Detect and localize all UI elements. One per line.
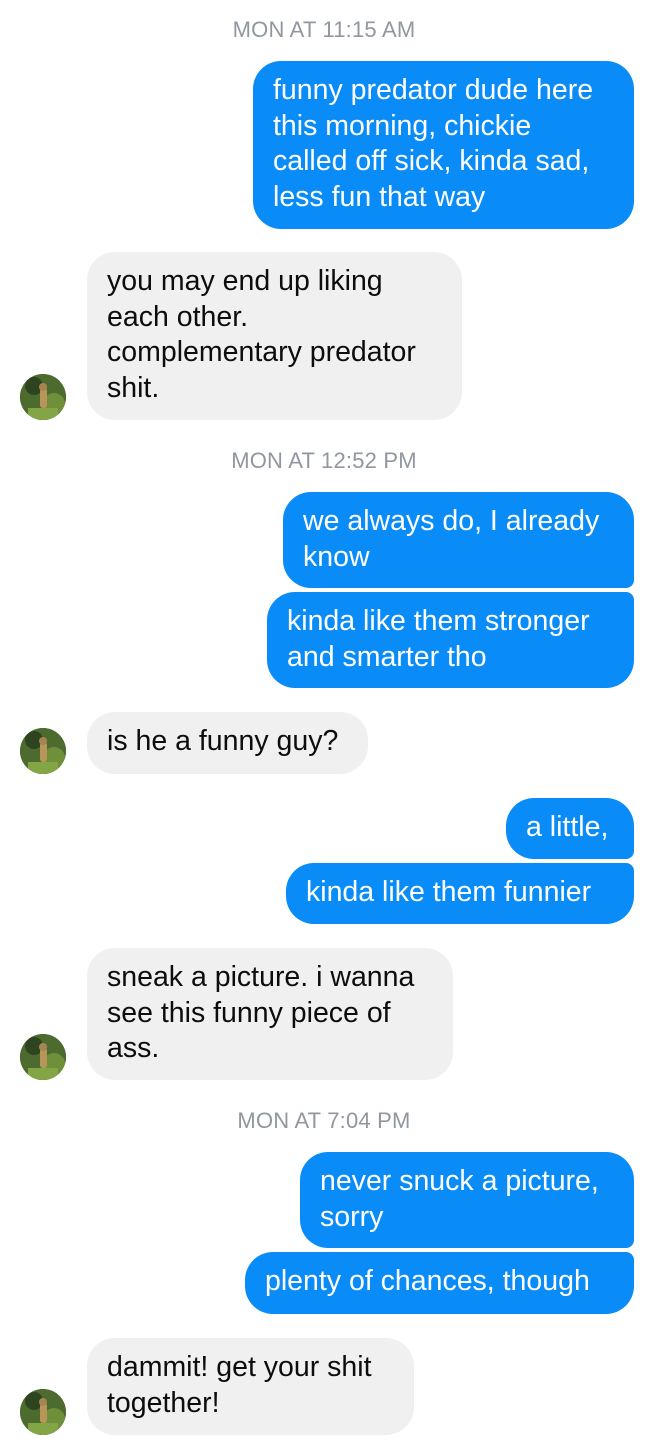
incoming-message-bubble[interactable]: dammit! get your shit together! — [87, 1338, 414, 1435]
incoming-message-bubble[interactable]: is he a funny guy? — [87, 712, 368, 774]
avatar-photo-icon — [20, 1389, 66, 1435]
outgoing-message-bubble[interactable]: kinda like them stronger and smarter tho — [267, 592, 634, 688]
outgoing-message-bubble[interactable]: never snuck a picture, sorry — [300, 1152, 634, 1248]
outgoing-message-bubble[interactable]: a little, — [506, 798, 634, 859]
timestamp: MON AT 11:15 AM — [232, 17, 416, 42]
avatar-photo-icon — [20, 374, 66, 420]
outgoing-message-bubble[interactable]: we always do, I already know — [283, 492, 634, 588]
outgoing-message-bubble[interactable]: kinda like them funnier — [286, 863, 634, 924]
contact-avatar[interactable] — [20, 1034, 66, 1080]
incoming-message-bubble[interactable]: you may end up liking each other. comple… — [87, 252, 462, 420]
contact-avatar[interactable] — [20, 1389, 66, 1435]
timestamp: MON AT 12:52 PM — [231, 448, 417, 473]
timestamp: MON AT 7:04 PM — [237, 1108, 411, 1133]
avatar-photo-icon — [20, 728, 66, 774]
avatar-photo-icon — [20, 1034, 66, 1080]
contact-avatar[interactable] — [20, 374, 66, 420]
outgoing-message-bubble[interactable]: funny predator dude here this morning, c… — [253, 61, 634, 229]
outgoing-message-bubble[interactable]: plenty of chances, though — [245, 1252, 634, 1314]
contact-avatar[interactable] — [20, 728, 66, 774]
incoming-message-bubble[interactable]: sneak a picture. i wanna see this funny … — [87, 948, 453, 1080]
